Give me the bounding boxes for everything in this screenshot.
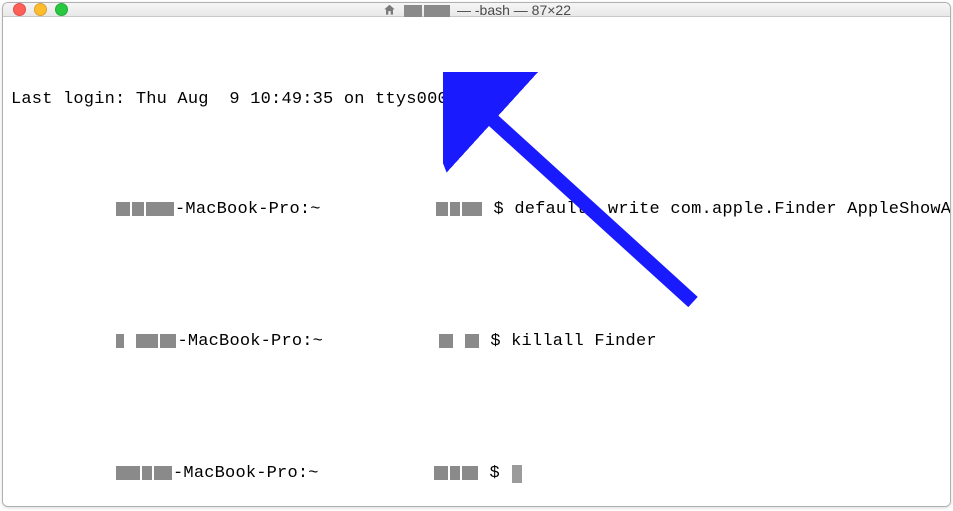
prompt-line-2: -MacBook-Pro:~ $ killall Finder (11, 309, 951, 375)
titlebar[interactable]: — -bash — 87×22 (3, 3, 950, 17)
close-button[interactable] (13, 3, 26, 16)
last-login-text: Last login: Thu Aug 9 10:49:35 on ttys00… (11, 89, 448, 111)
cursor (512, 465, 522, 483)
prompt-line-1: -MacBook-Pro:~ $ defaults write com.appl… (11, 177, 951, 243)
host-redaction (11, 177, 175, 243)
cmd-2: killall Finder (511, 331, 657, 353)
title-redaction (403, 2, 451, 18)
terminal-window: — -bash — 87×22 Last login: Thu Aug 9 10… (2, 2, 951, 507)
host-suffix: -MacBook-Pro:~ (173, 463, 329, 485)
zoom-button[interactable] (55, 3, 68, 16)
window-title: — -bash — 87×22 (3, 2, 950, 18)
user-redaction (333, 309, 479, 375)
terminal-body: Last login: Thu Aug 9 10:49:35 on ttys00… (3, 17, 950, 507)
last-login-line: Last login: Thu Aug 9 10:49:35 on ttys00… (11, 89, 951, 111)
user-redaction (329, 441, 479, 507)
title-text: — -bash — 87×22 (457, 2, 571, 18)
traffic-lights (3, 3, 68, 16)
terminal-content[interactable]: Last login: Thu Aug 9 10:49:35 on ttys00… (3, 17, 951, 507)
prompt-symbol: $ (490, 463, 511, 485)
host-suffix: -MacBook-Pro:~ (175, 199, 331, 221)
home-icon (382, 3, 397, 17)
user-redaction (331, 177, 483, 243)
minimize-button[interactable] (34, 3, 47, 16)
cmd-1: defaults write com.apple.Finder AppleSho… (514, 199, 951, 221)
host-redaction (11, 309, 177, 375)
prompt-symbol: $ (494, 199, 515, 221)
prompt-symbol: $ (490, 331, 511, 353)
host-redaction (11, 441, 173, 507)
host-suffix: -MacBook-Pro:~ (177, 331, 333, 353)
prompt-line-3: -MacBook-Pro:~ $ ] (11, 441, 951, 507)
